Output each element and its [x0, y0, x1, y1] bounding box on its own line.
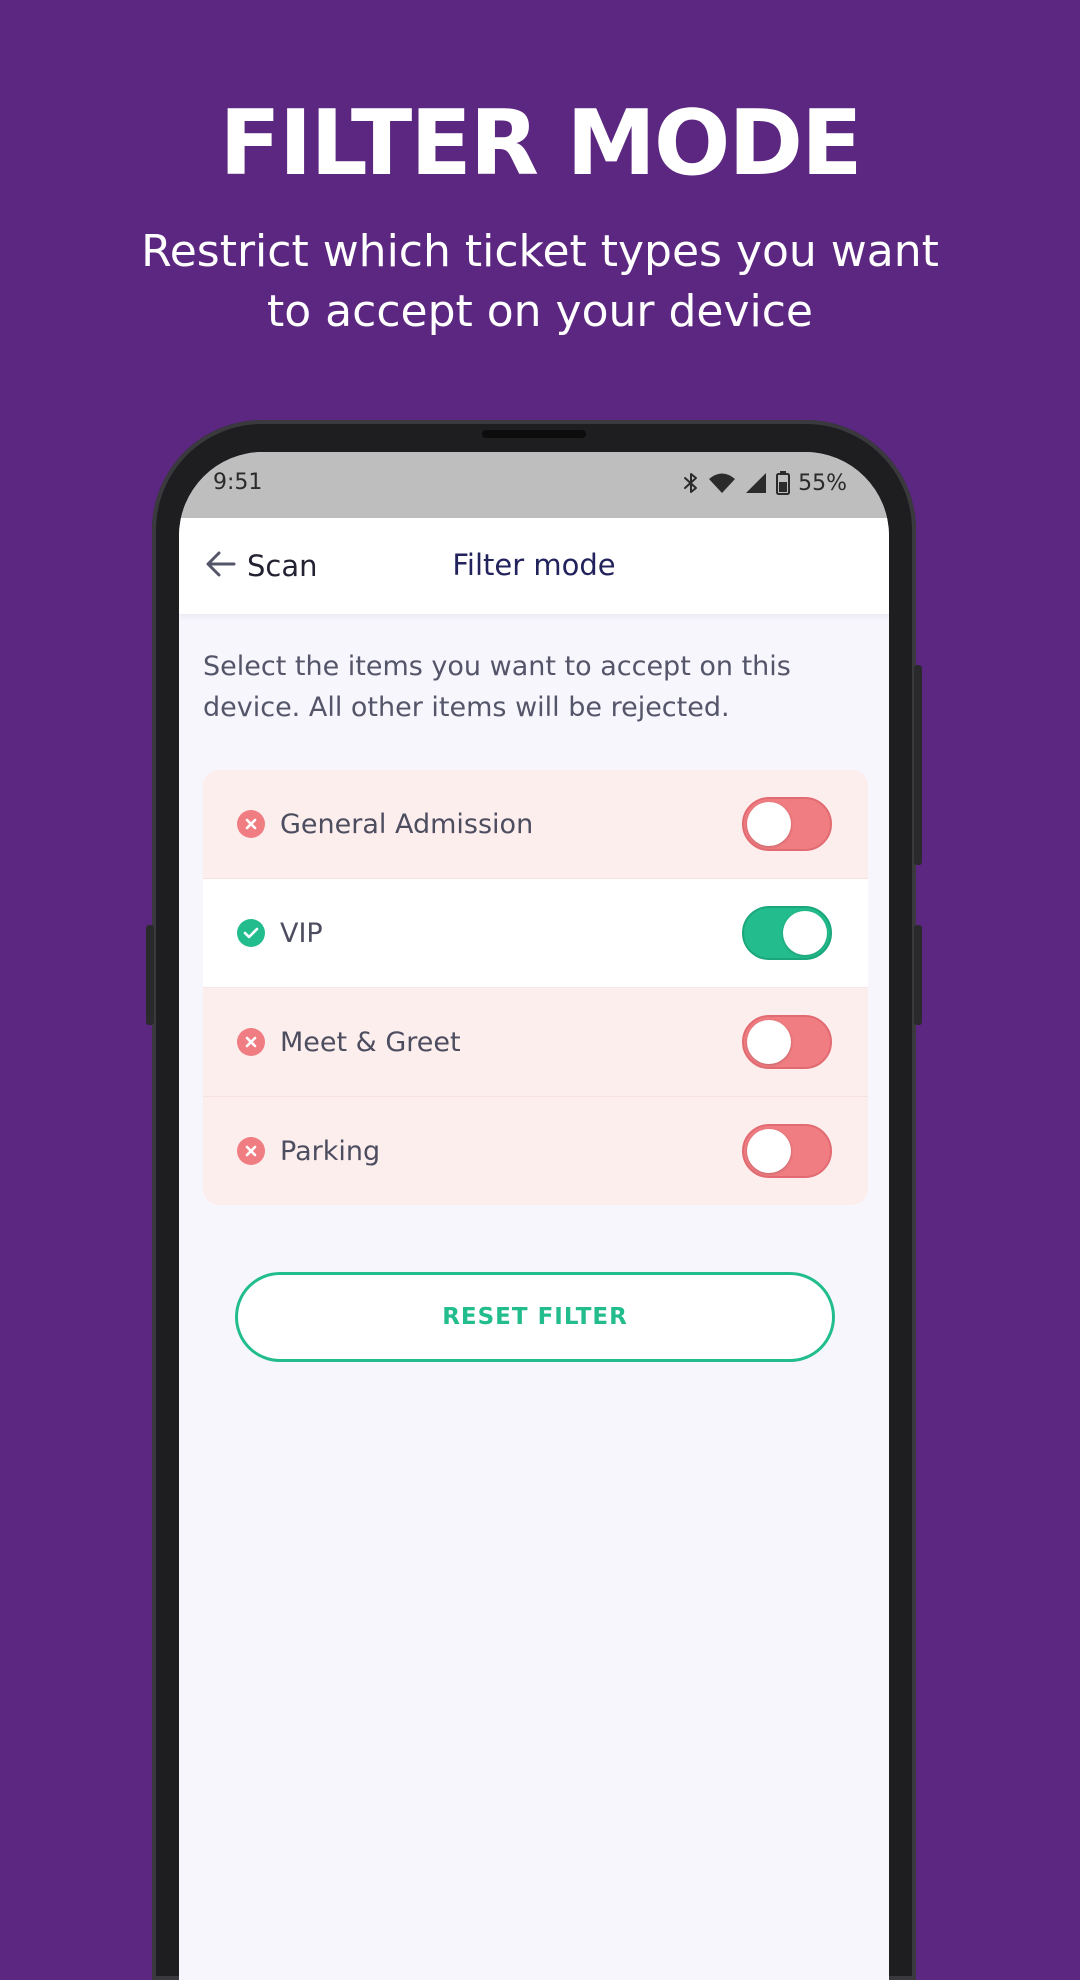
- battery-icon: [776, 471, 791, 495]
- wifi-icon: [708, 471, 736, 495]
- filter-list: General Admission VIP Meet & Greet Parki…: [203, 770, 868, 1205]
- app-bar: Scan Filter mode: [179, 518, 889, 614]
- toggle-knob: [783, 911, 827, 955]
- filter-item-label: General Admission: [280, 808, 534, 840]
- status-time: 9:51: [213, 470, 263, 495]
- filter-item-meet-greet: Meet & Greet: [203, 988, 868, 1097]
- screen-title: Filter mode: [452, 548, 616, 582]
- promo-subtitle: Restrict which ticket types you want to …: [141, 226, 939, 337]
- toggle-knob: [747, 802, 791, 846]
- reject-icon: [237, 1137, 265, 1165]
- filter-item-label: VIP: [280, 917, 323, 949]
- phone-frame: 9:51 55% Scan Filter mode Select the ite…: [146, 420, 922, 1980]
- filter-item-parking: Parking: [203, 1097, 868, 1205]
- toggle-switch[interactable]: [742, 1124, 832, 1178]
- status-bar: 9:51 55%: [179, 452, 889, 518]
- side-button: [146, 925, 154, 1025]
- reject-icon: [237, 1028, 265, 1056]
- toggle-knob: [747, 1129, 791, 1173]
- filter-item-vip: VIP: [203, 879, 868, 988]
- toggle-knob: [747, 1020, 791, 1064]
- reject-icon: [237, 810, 265, 838]
- instructions-text: Select the items you want to accept on t…: [203, 651, 791, 723]
- toggle-switch[interactable]: [742, 1015, 832, 1069]
- promo-title: FILTER MODE: [219, 91, 862, 196]
- phone-screen: 9:51 55% Scan Filter mode Select the ite…: [179, 452, 889, 1980]
- bluetooth-icon: [682, 471, 700, 495]
- reset-filter-button[interactable]: RESET FILTER: [235, 1272, 835, 1362]
- toggle-switch[interactable]: [742, 797, 832, 851]
- status-icons: 55%: [682, 468, 847, 498]
- power-button: [914, 665, 922, 865]
- volume-button: [914, 925, 922, 1025]
- toggle-switch[interactable]: [742, 906, 832, 960]
- filter-item-label: Parking: [280, 1135, 381, 1167]
- battery-percent: 55%: [798, 470, 847, 496]
- phone-speaker: [482, 430, 586, 438]
- filter-item-general-admission: General Admission: [203, 770, 868, 879]
- filter-item-label: Meet & Greet: [280, 1026, 461, 1058]
- check-icon: [237, 919, 265, 947]
- signal-icon: [744, 471, 768, 495]
